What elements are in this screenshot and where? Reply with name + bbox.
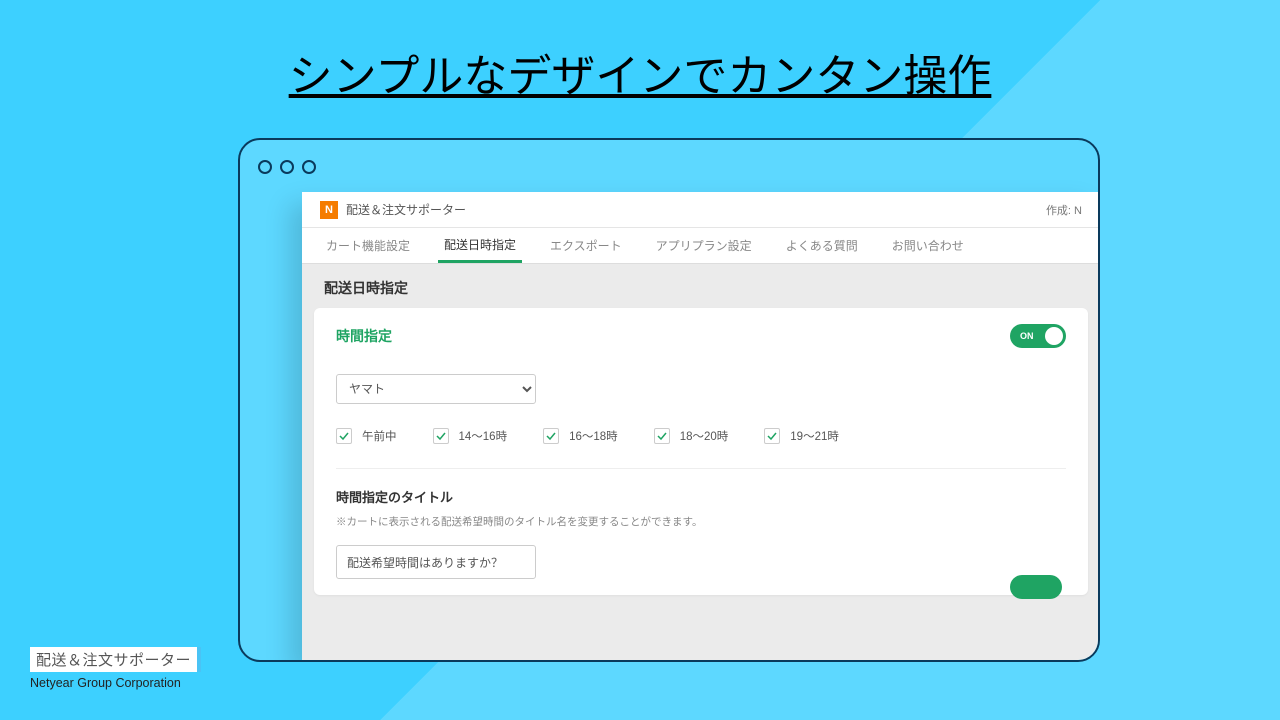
time-section-card: 時間指定 ON ヤマト 午前中 [314, 308, 1088, 595]
browser-window: N 配送＆注文サポーター 作成: N カート機能設定 配送日時指定 エクスポート… [238, 138, 1100, 662]
checkbox[interactable] [543, 428, 559, 444]
secondary-toggle[interactable] [1010, 575, 1062, 599]
window-dot[interactable] [280, 160, 294, 174]
time-slot-14-16: 14〜16時 [433, 428, 508, 444]
checkbox[interactable] [433, 428, 449, 444]
tab-contact[interactable]: お問い合わせ [886, 228, 970, 263]
checkbox[interactable] [764, 428, 780, 444]
checkbox[interactable] [336, 428, 352, 444]
time-section-title: 時間指定 [336, 326, 392, 346]
tab-delivery-datetime[interactable]: 配送日時指定 [438, 228, 522, 263]
tab-app-plan[interactable]: アプリプラン設定 [650, 228, 758, 263]
check-icon [767, 431, 777, 441]
time-slot-row: 午前中 14〜16時 16〜18時 [336, 428, 1066, 469]
time-title-input[interactable] [336, 545, 536, 579]
app-panel: N 配送＆注文サポーター 作成: N カート機能設定 配送日時指定 エクスポート… [302, 192, 1100, 662]
time-toggle[interactable]: ON [1010, 324, 1066, 348]
footer-brand: 配送＆注文サポーター Netyear Group Corporation [30, 647, 201, 690]
slot-label: 午前中 [362, 428, 397, 444]
tab-cart-settings[interactable]: カート機能設定 [320, 228, 416, 263]
card-header: 時間指定 ON [336, 324, 1066, 348]
tab-faq[interactable]: よくある質問 [780, 228, 864, 263]
slot-label: 19〜21時 [790, 428, 839, 444]
app-header: N 配送＆注文サポーター 作成: N [302, 192, 1100, 228]
slot-label: 18〜20時 [680, 428, 729, 444]
company-name: Netyear Group Corporation [30, 676, 201, 690]
check-icon [436, 431, 446, 441]
window-dot[interactable] [258, 160, 272, 174]
slide-headline: シンプルなデザインでカンタン操作 [289, 40, 992, 104]
toggle-on-label: ON [1020, 331, 1034, 341]
time-title-description: ※カートに表示される配送希望時間のタイトル名を変更することができます。 [336, 514, 1066, 529]
window-controls [258, 160, 316, 174]
app-title: 配送＆注文サポーター [346, 201, 466, 218]
check-icon [657, 431, 667, 441]
product-name: 配送＆注文サポーター [30, 647, 201, 672]
app-author-label: 作成: N [1046, 202, 1082, 218]
app-logo-icon: N [320, 201, 338, 219]
time-slot-am: 午前中 [336, 428, 397, 444]
toggle-knob [1045, 327, 1063, 345]
time-slot-18-20: 18〜20時 [654, 428, 729, 444]
tab-export[interactable]: エクスポート [544, 228, 628, 263]
time-slot-19-21: 19〜21時 [764, 428, 839, 444]
page-title: 配送日時指定 [302, 264, 1100, 308]
tab-bar: カート機能設定 配送日時指定 エクスポート アプリプラン設定 よくある質問 お問… [302, 228, 1100, 264]
carrier-select[interactable]: ヤマト [336, 374, 536, 404]
time-title-label: 時間指定のタイトル [336, 487, 1066, 506]
window-dot[interactable] [302, 160, 316, 174]
check-icon [339, 431, 349, 441]
checkbox[interactable] [654, 428, 670, 444]
slot-label: 16〜18時 [569, 428, 618, 444]
check-icon [546, 431, 556, 441]
slot-label: 14〜16時 [459, 428, 508, 444]
time-slot-16-18: 16〜18時 [543, 428, 618, 444]
app-brand: N 配送＆注文サポーター [320, 201, 466, 219]
